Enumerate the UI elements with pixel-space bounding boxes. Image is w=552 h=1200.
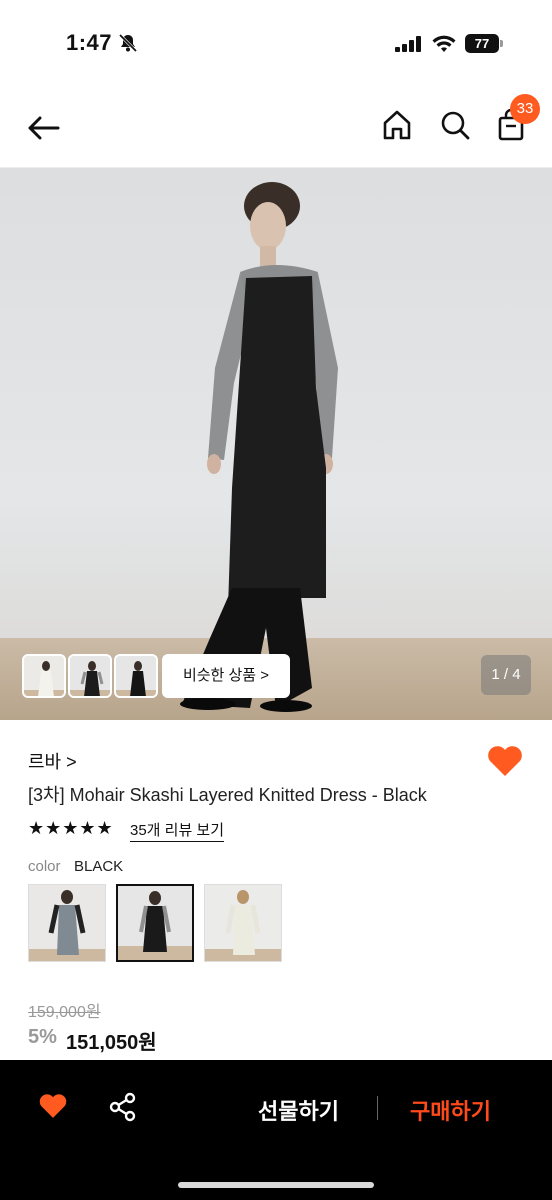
- color-option-3[interactable]: [204, 884, 282, 962]
- battery-icon: 77: [465, 34, 503, 53]
- reviews-link[interactable]: 35개 리뷰 보기: [130, 819, 225, 842]
- share-icon[interactable]: [108, 1092, 138, 1127]
- battery-level: 77: [465, 34, 499, 53]
- model-figure: [180, 182, 338, 712]
- rating-stars: ★★★★★: [28, 818, 114, 838]
- color-label: color: [28, 858, 61, 875]
- search-icon[interactable]: [438, 108, 472, 147]
- sale-price: 151,050원: [66, 1032, 157, 1054]
- buy-button[interactable]: 구매하기: [410, 1094, 491, 1126]
- color-option-2-selected[interactable]: [116, 884, 194, 962]
- cart-count-badge: 33: [510, 94, 540, 124]
- bottom-action-bar: 선물하기 구매하기: [0, 1060, 552, 1200]
- color-option-1[interactable]: [28, 884, 106, 962]
- top-nav: 33: [0, 88, 552, 168]
- image-counter: 1 / 4: [481, 655, 531, 695]
- gallery-thumb-2[interactable]: [68, 654, 112, 698]
- status-bar: 1:47 77: [0, 0, 552, 88]
- bell-muted-icon: [118, 33, 138, 58]
- product-image[interactable]: 비슷한 상품 > 1 / 4: [0, 168, 552, 720]
- home-icon[interactable]: [380, 108, 414, 147]
- original-price: 159,000원: [28, 1004, 101, 1021]
- wifi-icon: [432, 35, 456, 58]
- divider: [377, 1096, 378, 1120]
- gift-button[interactable]: 선물하기: [258, 1094, 339, 1126]
- brand-link[interactable]: 르바 >: [28, 748, 77, 774]
- similar-products-button[interactable]: 비슷한 상품 >: [162, 654, 290, 698]
- wishlist-heart-icon[interactable]: [38, 1092, 68, 1125]
- color-value: BLACK: [74, 858, 124, 875]
- heart-icon[interactable]: [486, 744, 524, 783]
- gallery-thumb-1[interactable]: [22, 654, 66, 698]
- product-title: [3차] Mohair Skashi Layered Knitted Dress…: [28, 785, 427, 805]
- gallery-thumb-3[interactable]: [114, 654, 158, 698]
- back-arrow-icon[interactable]: [26, 110, 62, 146]
- cell-signal-icon: [395, 36, 423, 57]
- status-time: 1:47: [66, 30, 113, 55]
- home-indicator: [178, 1182, 374, 1188]
- discount-rate: 5%: [28, 1026, 57, 1048]
